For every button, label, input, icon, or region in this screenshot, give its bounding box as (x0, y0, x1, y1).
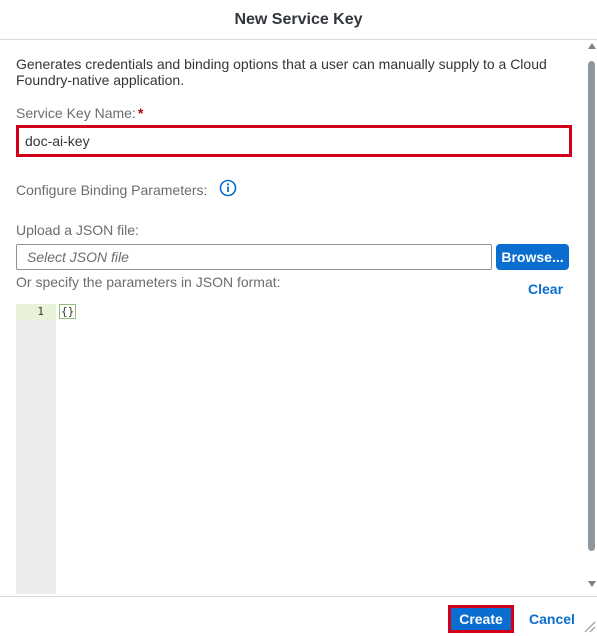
resize-handle-icon[interactable] (584, 621, 596, 633)
code-text: {} (59, 304, 77, 319)
service-key-name-input[interactable]: doc-ai-key (16, 125, 572, 157)
scrollbar-thumb[interactable] (588, 61, 595, 551)
create-button[interactable]: Create (448, 605, 514, 633)
scroll-up-icon[interactable] (588, 43, 596, 49)
service-key-name-label-text: Service Key Name: (16, 105, 136, 121)
dialog-title: New Service Key (234, 10, 363, 28)
service-key-name-value: doc-ai-key (25, 133, 90, 149)
binding-parameters-label: Configure Binding Parameters: (16, 182, 208, 198)
service-key-name-label: Service Key Name: * (16, 105, 143, 121)
editor-gutter: 1 (16, 304, 56, 594)
info-icon[interactable] (219, 179, 237, 197)
json-file-input[interactable]: Select JSON file (16, 244, 492, 270)
code-line[interactable]: {} (59, 304, 77, 319)
dialog-header: New Service Key (0, 0, 597, 40)
upload-json-label: Upload a JSON file: (16, 222, 139, 238)
json-format-label: Or specify the parameters in JSON format… (16, 274, 281, 290)
dialog-footer: Create Cancel (0, 596, 597, 636)
cancel-button[interactable]: Cancel (524, 605, 580, 633)
dialog-content: Generates credentials and binding option… (0, 41, 586, 595)
scroll-down-icon[interactable] (588, 581, 596, 587)
required-marker: * (137, 105, 144, 121)
dialog-description: Generates credentials and binding option… (16, 56, 547, 88)
new-service-key-dialog: New Service Key Generates credentials an… (0, 0, 597, 636)
content-scrollbar[interactable] (586, 41, 597, 595)
clear-button[interactable]: Clear (528, 281, 563, 297)
browse-button[interactable]: Browse... (496, 244, 569, 270)
json-code-editor[interactable]: 1 {} (16, 304, 572, 594)
line-number: 1 (37, 305, 44, 318)
json-file-placeholder: Select JSON file (27, 249, 129, 265)
